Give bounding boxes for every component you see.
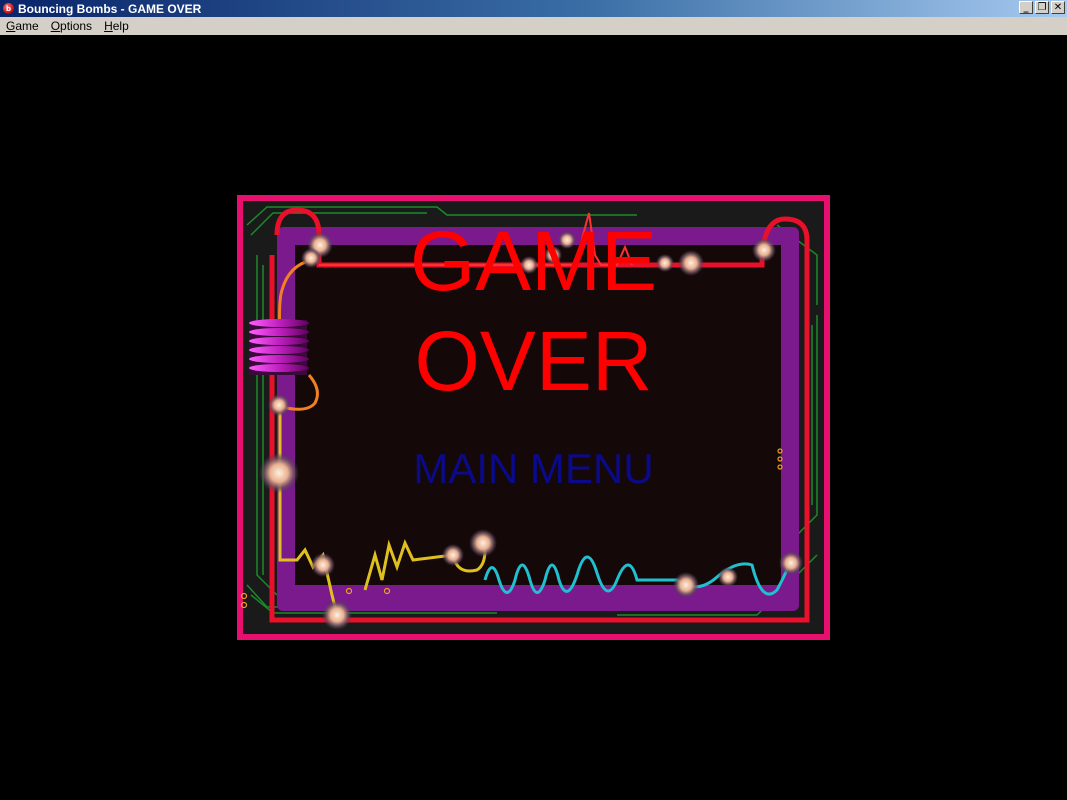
- game-over-board: GAME OVER MAIN MENU: [237, 195, 830, 640]
- menu-options[interactable]: Options: [45, 19, 98, 33]
- minimize-button[interactable]: _: [1019, 1, 1033, 14]
- game-over-heading-line2: OVER: [414, 314, 653, 408]
- window-controls: _ ❐ ✕: [1019, 1, 1065, 14]
- menu-game-label: Game: [6, 19, 39, 33]
- close-button[interactable]: ✕: [1051, 1, 1065, 14]
- menu-help[interactable]: Help: [98, 19, 135, 33]
- restore-button[interactable]: ❐: [1035, 1, 1049, 14]
- main-menu-button[interactable]: MAIN MENU: [237, 445, 830, 493]
- window-title: Bouncing Bombs - GAME OVER: [18, 1, 202, 16]
- title-bar: b Bouncing Bombs - GAME OVER _ ❐ ✕: [0, 0, 1067, 17]
- menu-options-label: Options: [50, 19, 93, 33]
- menu-bar: Game Options Help: [0, 17, 1067, 35]
- menu-help-label: Help: [104, 19, 129, 33]
- game-over-heading-line1: GAME: [409, 214, 658, 308]
- bomb-app-icon[interactable]: b: [3, 3, 14, 14]
- menu-game[interactable]: Game: [0, 19, 45, 33]
